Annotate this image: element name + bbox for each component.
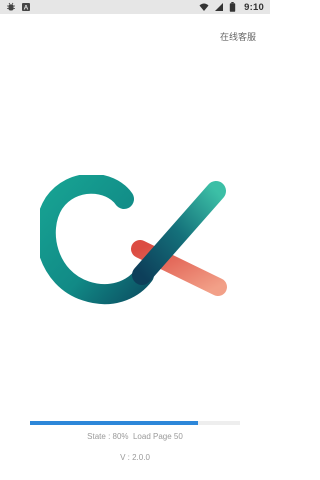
ck-logo-icon	[40, 175, 227, 305]
status-bar-left: A	[6, 2, 31, 12]
loading-progress-fill	[30, 421, 198, 425]
svg-text:A: A	[24, 5, 29, 12]
battery-icon	[229, 2, 239, 12]
status-bar-right: 9:10	[199, 2, 264, 13]
bug-icon	[6, 2, 16, 12]
loading-progress-track	[30, 421, 240, 425]
text-icon: A	[21, 2, 31, 12]
online-support-link[interactable]: 在线客服	[220, 30, 256, 43]
loading-state-text: State : 80% Load Page 50	[87, 432, 183, 441]
status-bar: A 9:10	[0, 0, 270, 14]
loading-area: State : 80% Load Page 50 V : 2.0.0	[30, 421, 240, 462]
wifi-icon	[199, 2, 209, 12]
status-time: 9:10	[244, 1, 264, 13]
version-text: V : 2.0.0	[120, 453, 150, 462]
signal-icon	[214, 2, 224, 12]
splash-logo	[12, 120, 258, 360]
